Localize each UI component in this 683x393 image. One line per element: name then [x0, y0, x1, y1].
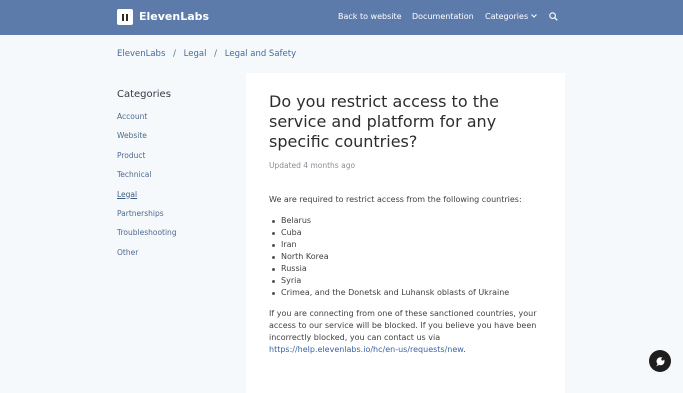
list-item: Iran [269, 239, 549, 251]
breadcrumb-legal[interactable]: Legal [184, 49, 207, 59]
sidebar-item-other[interactable]: Other [117, 248, 237, 267]
list-item: Crimea, and the Donetsk and Luhansk obla… [269, 287, 549, 299]
nav-categories-dropdown[interactable]: Categories [485, 12, 537, 22]
sidebar-item-technical[interactable]: Technical [117, 170, 237, 189]
article-updated-date: Updated 4 months ago [269, 161, 356, 170]
category-sidebar: Categories Account Website Product Techn… [117, 88, 237, 267]
article-sanctions-notice: If you are connecting from one of these … [269, 308, 551, 356]
notice-period: . [463, 345, 466, 354]
sidebar-item-account[interactable]: Account [117, 112, 237, 131]
sidebar-item-legal[interactable]: Legal [117, 190, 237, 209]
list-item: Cuba [269, 227, 549, 239]
notice-text: If you are connecting from one of these … [269, 309, 537, 342]
brand-logo-link[interactable]: ElevenLabs [117, 9, 209, 25]
sidebar-item-partnerships[interactable]: Partnerships [117, 209, 237, 228]
elevenlabs-logo-icon [117, 9, 133, 25]
article-title: Do you restrict access to the service an… [269, 92, 499, 151]
breadcrumb: ElevenLabs / Legal / Legal and Safety [117, 48, 296, 60]
article-intro: We are required to restrict access from … [269, 195, 522, 204]
brand-name: ElevenLabs [139, 10, 210, 23]
sidebar-item-product[interactable]: Product [117, 151, 237, 170]
list-item: North Korea [269, 251, 549, 263]
sidebar-title: Categories [117, 89, 171, 100]
list-item: Russia [269, 263, 549, 275]
search-icon[interactable] [549, 12, 558, 21]
nav-back-to-website[interactable]: Back to website [338, 12, 402, 22]
nav-documentation[interactable]: Documentation [412, 12, 474, 22]
sidebar-item-website[interactable]: Website [117, 131, 237, 150]
help-request-link[interactable]: https://help.elevenlabs.io/hc/en-us/requ… [269, 345, 463, 354]
breadcrumb-separator: / [214, 49, 218, 59]
chat-bubble-icon [655, 356, 664, 366]
breadcrumb-legal-and-safety[interactable]: Legal and Safety [225, 49, 296, 59]
breadcrumb-separator: / [173, 49, 176, 59]
top-navigation-bar: ElevenLabs Back to website Documentation… [0, 0, 683, 35]
nav-categories-label: Categories [485, 12, 529, 21]
article-card: Do you restrict access to the service an… [246, 73, 565, 393]
list-item: Syria [269, 275, 549, 287]
restricted-countries-list: Belarus Cuba Iran North Korea Russia Syr… [269, 215, 549, 299]
chat-widget-button[interactable] [649, 350, 671, 372]
sidebar-item-troubleshooting[interactable]: Troubleshooting [117, 228, 237, 247]
chevron-down-icon [531, 14, 537, 18]
breadcrumb-elevenlabs[interactable]: ElevenLabs [117, 49, 165, 59]
list-item: Belarus [269, 215, 549, 227]
